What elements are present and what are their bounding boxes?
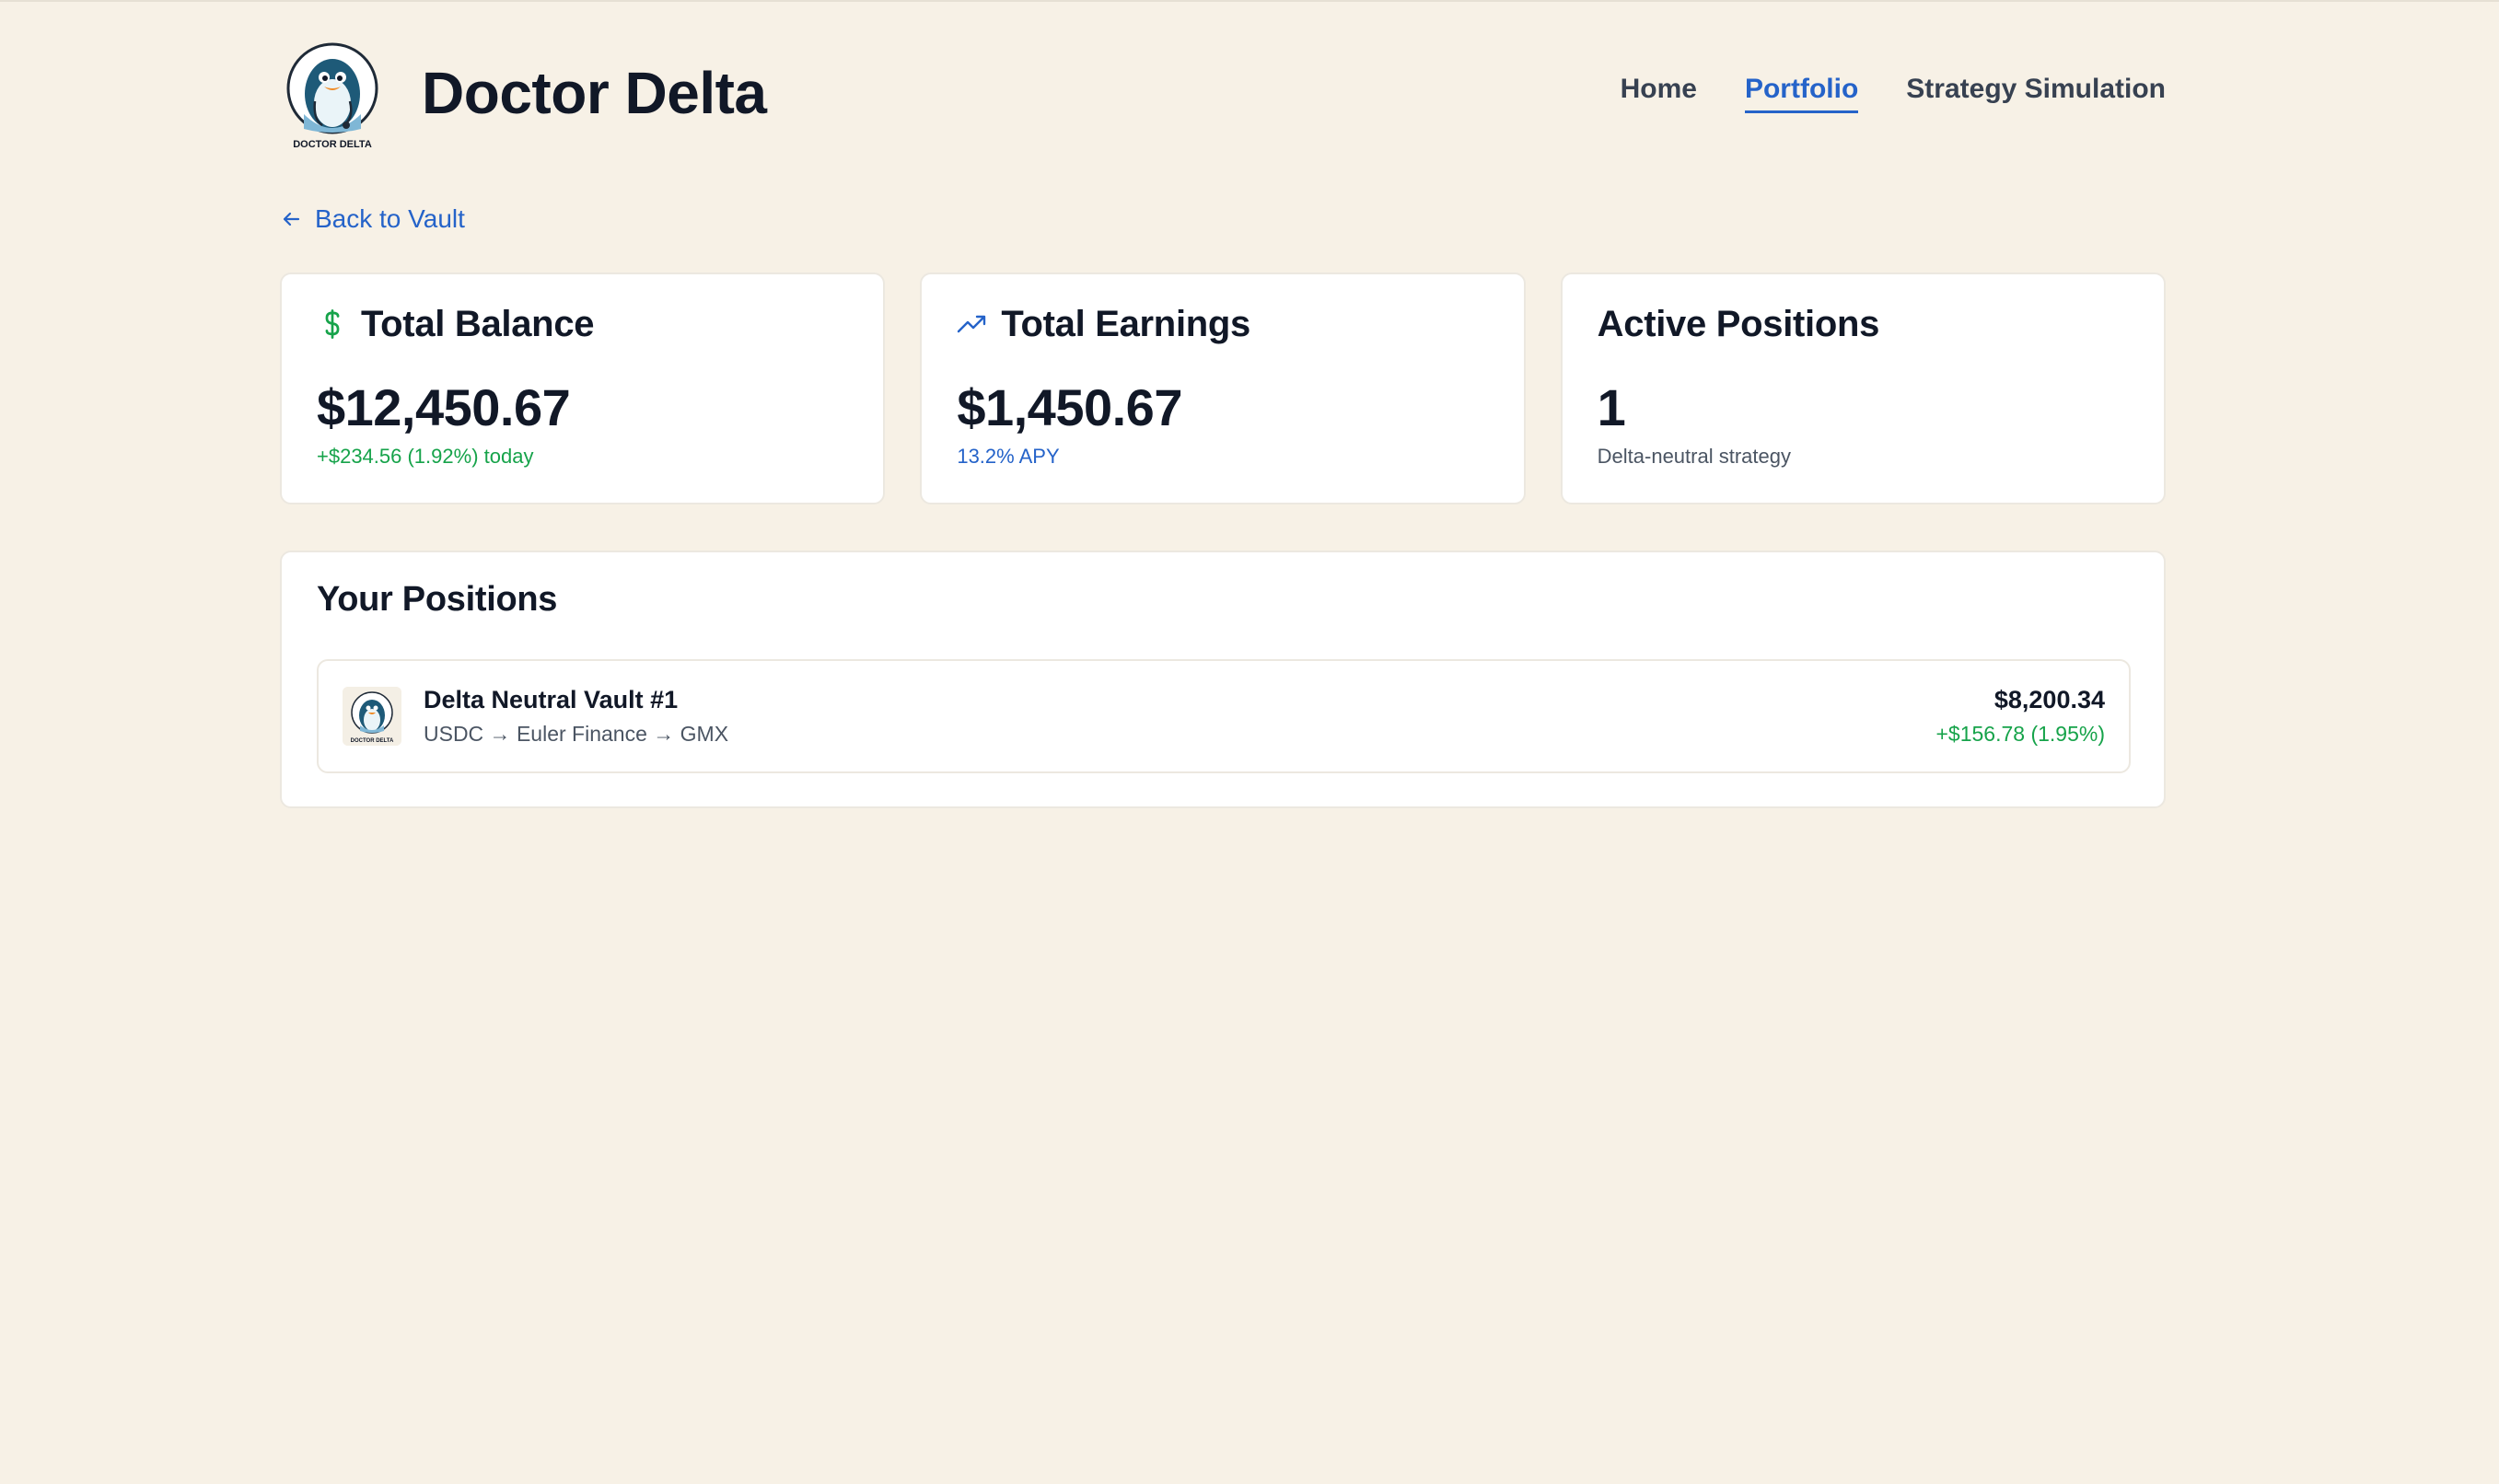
arrow-left-icon <box>283 212 300 226</box>
position-route: USDC → Euler Finance → GMX <box>424 722 729 746</box>
position-name: Delta Neutral Vault #1 <box>424 686 679 713</box>
position-summary: $8,200.34 +$156.78 (1.95%) <box>1936 686 2106 747</box>
total-earnings-value: $1,450.67 <box>957 378 1182 436</box>
active-positions-description: Delta-neutral strategy <box>1597 445 1791 468</box>
doctor-delta-logo[interactable]: DOCTOR DELTA <box>285 41 379 153</box>
dollar-icon <box>317 308 348 340</box>
main-nav: Home Portfolio Strategy Simulation <box>1621 74 2166 113</box>
back-link-label: Back to Vault <box>315 204 465 233</box>
stat-cards: Total Balance $12,450.67 +$234.56 (1.92%… <box>280 272 2166 504</box>
penguin-doctor-icon: DOCTOR DELTA <box>343 687 401 746</box>
your-positions-panel: Your Positions DOCTOR DELTA Delta Neutra… <box>280 551 2166 808</box>
total-earnings-card: Total Earnings $1,450.67 13.2% APY <box>920 272 1526 504</box>
total-balance-value: $12,450.67 <box>317 378 571 436</box>
card-title: Total Balance <box>361 303 595 344</box>
card-title: Active Positions <box>1597 303 1880 344</box>
nav-strategy-simulation[interactable]: Strategy Simulation <box>1906 74 2166 113</box>
brand-title[interactable]: Doctor Delta <box>422 59 767 127</box>
trending-up-icon <box>957 308 988 340</box>
back-to-vault-link[interactable]: Back to Vault <box>280 204 465 234</box>
svg-text:DOCTOR DELTA: DOCTOR DELTA <box>351 738 394 744</box>
position-row[interactable]: DOCTOR DELTA Delta Neutral Vault #1 USDC… <box>317 659 2131 773</box>
position-change: +$156.78 (1.95%) <box>1935 722 2106 746</box>
total-earnings-apy: 13.2% APY <box>957 445 1060 468</box>
position-info: Delta Neutral Vault #1 USDC → Euler Fina… <box>424 686 728 747</box>
position-value: $8,200.34 <box>1993 686 2105 713</box>
nav-home[interactable]: Home <box>1621 74 1697 113</box>
penguin-doctor-icon: DOCTOR DELTA <box>286 42 378 150</box>
site-header: DOCTOR DELTA Doctor Delta Home Portfolio… <box>280 37 2166 157</box>
positions-title: Your Positions <box>317 580 558 619</box>
top-border <box>0 0 2499 2</box>
nav-portfolio[interactable]: Portfolio <box>1744 74 1859 113</box>
vault-logo: DOCTOR DELTA <box>343 687 401 746</box>
total-balance-card: Total Balance $12,450.67 +$234.56 (1.92%… <box>280 272 886 504</box>
active-positions-value: 1 <box>1597 378 1626 436</box>
card-title: Total Earnings <box>1001 303 1250 344</box>
active-positions-card: Active Positions 1 Delta-neutral strateg… <box>1560 272 2166 504</box>
total-balance-change: +$234.56 (1.92%) today <box>317 445 534 468</box>
svg-text:DOCTOR DELTA: DOCTOR DELTA <box>293 139 372 150</box>
